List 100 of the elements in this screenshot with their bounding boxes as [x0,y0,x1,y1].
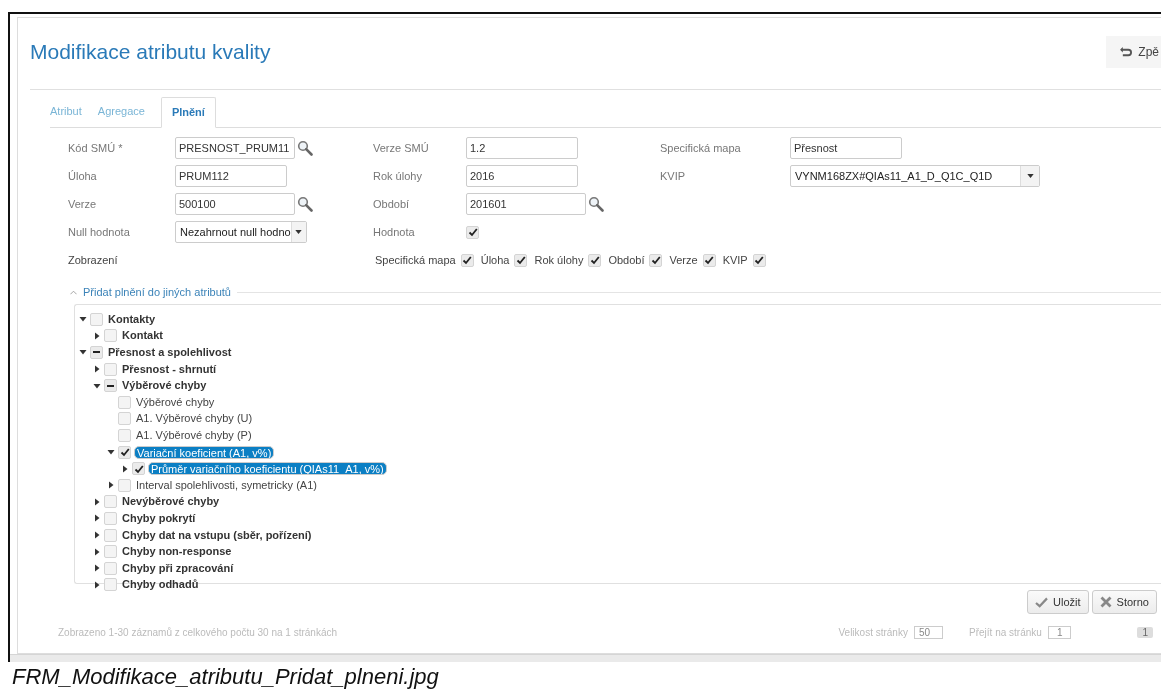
checkbox[interactable] [104,578,117,592]
collapse-arrow-icon[interactable] [79,315,87,324]
tree-item[interactable]: A1. Výběrové chyby (U) [134,412,255,426]
field-label: Verze [68,198,98,210]
field-label: Specifická mapa [660,142,742,154]
checkbox[interactable] [104,511,117,525]
checkbox[interactable] [514,253,528,267]
checkbox[interactable] [460,253,474,267]
page-size-label: Velikost stránky [838,627,908,638]
field-label: KVIP [660,170,687,182]
search-icon[interactable] [588,196,604,212]
checkbox[interactable] [104,379,117,393]
tree-item[interactable]: Chyby odhadů [120,578,201,592]
checkbox[interactable] [649,253,663,267]
tree-item[interactable]: Kontakt [120,329,165,343]
section-title[interactable]: Přidat plnění do jiných atributů [83,286,231,298]
tree-item[interactable]: Přesnost - shrnutí [120,362,219,376]
return-icon [1120,46,1134,58]
save-button[interactable]: Uložit [1027,590,1089,614]
option-label: Období [608,254,645,266]
expand-arrow-icon[interactable] [107,481,115,490]
tree-item[interactable]: Výběrové chyby [134,395,217,409]
field-label: Období [373,198,411,210]
checkbox[interactable] [90,312,103,326]
text-field[interactable]: Přesnost [790,137,902,159]
close-icon [1099,596,1112,608]
expand-arrow-icon[interactable] [93,547,101,556]
cancel-button[interactable]: Storno [1091,590,1157,614]
expand-arrow-icon[interactable] [93,331,101,340]
text-field[interactable]: 500100 [175,193,295,215]
record-summary: Zobrazeno 1-30 záznamů z celkového počtu 30 na 1 stránkách [58,627,338,638]
checkbox[interactable] [104,528,117,542]
option-label: Specifická mapa [375,254,456,266]
checkbox[interactable] [118,478,131,492]
tree-item[interactable]: Nevýběrové chyby [120,495,222,509]
file-caption: FRM_Modifikace_atributu_Pridat_plneni.jpg [12,664,440,690]
goto-label: Přejít na stránku [969,627,1042,638]
tree-item[interactable]: A1. Výběrové chyby (P) [134,428,254,442]
goto-field[interactable]: 1 [1047,626,1072,639]
field-label: Null hodnota [68,226,131,238]
checkbox[interactable] [104,545,117,559]
text-field[interactable]: 1.2 [466,137,578,159]
field-label: Úloha [68,170,98,182]
search-icon[interactable] [297,140,313,156]
tree-item[interactable]: Chyby při zpracování [120,561,236,575]
checkbox[interactable] [104,495,117,509]
text-field[interactable]: 201601 [466,193,586,215]
checkbox[interactable] [132,462,145,476]
checkbox[interactable] [90,346,103,359]
option-label: Rok úlohy [534,254,584,266]
field-label: Kód SMÚ * [68,142,124,154]
field-label: Rok úlohy [373,170,423,182]
dropdown[interactable]: Nezahrnout null hodno [175,221,307,243]
text-field[interactable]: 2016 [466,165,578,187]
checkbox[interactable] [702,253,716,267]
checkbox[interactable] [118,428,131,442]
checkbox[interactable] [104,329,117,343]
text-field[interactable]: PRUM112 [175,165,287,187]
collapse-arrow-icon[interactable] [79,348,87,357]
tree-item[interactable]: Interval spolehlivosti, symetricky (A1) [134,478,319,492]
tree-item[interactable]: Chyby dat na vstupu (sběr, pořízení) [120,528,314,542]
page-title: Modifikace atributu kvality [30,40,271,64]
tree-item[interactable]: Kontakty [106,312,158,326]
option-label: Úloha [480,254,510,266]
checkbox[interactable] [104,362,117,376]
tree-item[interactable]: Chyby non-response [120,545,234,559]
collapse-arrow-icon[interactable] [93,381,101,390]
checkbox[interactable] [118,412,131,426]
tree-item[interactable]: Chyby pokrytí [120,511,198,525]
page-number[interactable]: 1 [1137,627,1153,638]
field-label: Hodnota [373,226,416,238]
checkbox[interactable] [752,253,766,267]
tree-item[interactable]: Výběrové chyby [120,379,209,393]
text-field[interactable]: PRESNOST_PRUM11 [175,137,295,159]
expand-arrow-icon[interactable] [93,497,101,506]
option-label: KVIP [722,254,748,266]
checkbox[interactable] [588,253,602,267]
caret-icon [295,230,303,234]
expand-arrow-icon[interactable] [93,564,101,573]
expand-arrow-icon[interactable] [93,514,101,523]
dropdown[interactable]: VYNM168ZX#QIAs11_A1_D_Q1C_Q1D [790,165,1040,187]
option-label: Verze [669,254,698,266]
field-label: Verze SMÚ [373,142,430,154]
checkbox[interactable] [466,225,479,239]
page-size-field[interactable]: 50 [913,626,944,639]
checkbox[interactable] [118,445,131,459]
expand-arrow-icon[interactable] [93,531,101,539]
search-icon[interactable] [297,196,313,212]
expand-arrow-icon[interactable] [93,365,101,374]
checkbox[interactable] [118,395,131,409]
expand-arrow-icon[interactable] [93,580,101,589]
checkmark-icon [1035,596,1049,608]
tab[interactable]: Plnění [160,97,216,128]
checkbox[interactable] [104,561,117,575]
field-label: Zobrazení [68,254,119,266]
tree-item[interactable]: Přesnost a spolehlivost [106,346,234,359]
collapse-arrow-icon[interactable] [107,448,115,457]
caret-icon [1026,174,1034,178]
expand-arrow-icon[interactable] [121,464,129,473]
back-button[interactable]: Zpě [1106,36,1161,68]
